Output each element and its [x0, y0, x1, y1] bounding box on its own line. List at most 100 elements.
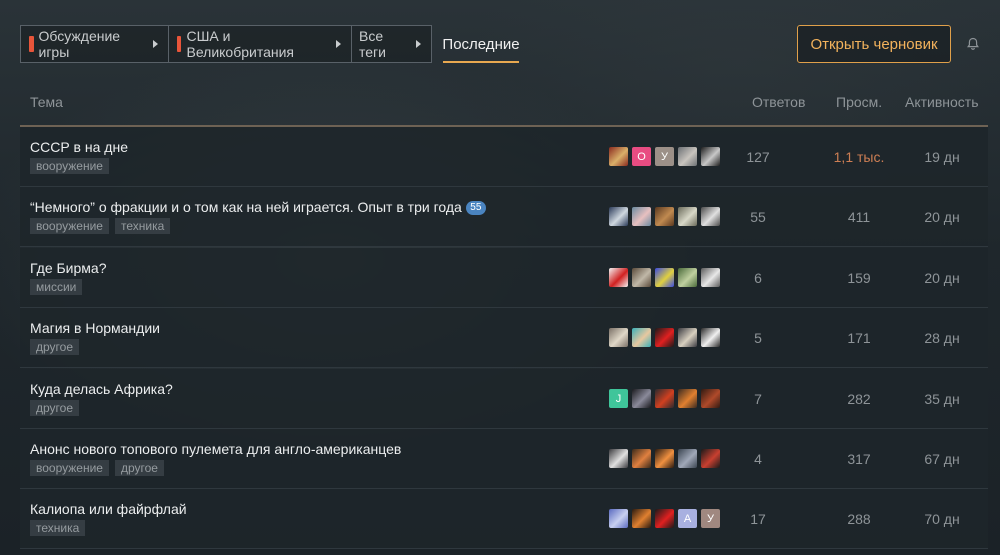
- topic-tag[interactable]: миссии: [30, 279, 83, 295]
- activity-date[interactable]: 70 дн: [910, 511, 974, 527]
- topic-tag[interactable]: вооружение: [30, 158, 109, 174]
- avatar[interactable]: А: [678, 509, 697, 528]
- avatar[interactable]: [609, 147, 628, 166]
- topic-tag[interactable]: техника: [114, 218, 171, 234]
- avatar[interactable]: [609, 449, 628, 468]
- caret-right-icon: [153, 40, 158, 48]
- topic-title-text: Где Бирма?: [30, 260, 107, 276]
- reply-count: 5: [754, 330, 762, 346]
- avatar[interactable]: У: [701, 509, 720, 528]
- avatar[interactable]: [655, 449, 674, 468]
- avatar[interactable]: [678, 449, 697, 468]
- avatar[interactable]: [678, 328, 697, 347]
- category-color-bar: [29, 36, 34, 52]
- topic-tags: вооружение техника: [30, 218, 171, 234]
- topic-tag[interactable]: другое: [30, 339, 80, 355]
- topic-title-link[interactable]: Магия в Нормандии: [30, 320, 160, 336]
- category-dropdown[interactable]: Обсуждение игры: [20, 25, 169, 63]
- avatar[interactable]: [701, 328, 720, 347]
- topic-row[interactable]: “Немного” о фракции и о том как на ней и…: [20, 187, 988, 247]
- topic-title-text: Калиопа или файрфлай: [30, 501, 187, 517]
- topic-title-link[interactable]: СССР в на дне: [30, 139, 128, 155]
- avatar[interactable]: [701, 449, 720, 468]
- avatar[interactable]: [701, 389, 720, 408]
- topic-row[interactable]: Магия в Нормандии другое 5 171 28 дн: [20, 308, 988, 368]
- topic-row[interactable]: Анонс нового топового пулемета для англо…: [20, 429, 988, 489]
- topic-row[interactable]: Где Бирма? миссии 6 159 20 дн: [20, 248, 988, 308]
- reply-count: 6: [754, 270, 762, 286]
- topic-title-text: СССР в на дне: [30, 139, 128, 155]
- avatar[interactable]: [632, 268, 651, 287]
- avatar[interactable]: [678, 207, 697, 226]
- activity-date[interactable]: 20 дн: [910, 209, 974, 225]
- poster-avatars: [609, 268, 720, 287]
- avatar[interactable]: [609, 328, 628, 347]
- notifications-button[interactable]: [955, 25, 990, 63]
- avatar[interactable]: [655, 268, 674, 287]
- tags-dropdown-label: Все теги: [359, 28, 386, 60]
- avatar[interactable]: [632, 328, 651, 347]
- avatar[interactable]: [609, 268, 628, 287]
- topic-row[interactable]: СССР в на дне вооружение О У 127 1,1 тыс. 19 д…: [20, 127, 988, 187]
- avatar[interactable]: У: [655, 147, 674, 166]
- avatar[interactable]: О: [632, 147, 651, 166]
- topic-tag[interactable]: другое: [30, 400, 80, 416]
- topic-title-link[interactable]: “Немного” о фракции и о том как на ней и…: [30, 199, 486, 215]
- avatar[interactable]: [655, 328, 674, 347]
- activity-date[interactable]: 35 дн: [910, 391, 974, 407]
- activity-date[interactable]: 28 дн: [910, 330, 974, 346]
- avatar[interactable]: [701, 147, 720, 166]
- topic-tag[interactable]: другое: [114, 460, 164, 476]
- topic-title-text: Куда делась Африка?: [30, 381, 173, 397]
- topic-tag[interactable]: вооружение: [30, 218, 109, 234]
- poster-avatars: [609, 449, 720, 468]
- topic-tags: другое: [30, 400, 80, 416]
- view-count: 1,1 тыс.: [833, 149, 885, 165]
- poster-avatars: J: [609, 389, 720, 408]
- header-replies[interactable]: Ответов: [752, 94, 805, 110]
- topic-row[interactable]: Калиопа или файрфлай техника А У 17 288 70 дн: [20, 489, 988, 549]
- tags-dropdown[interactable]: Все теги: [351, 25, 432, 63]
- activity-date[interactable]: 20 дн: [910, 270, 974, 286]
- topic-row[interactable]: Куда делась Африка? другое J 7 282 35 дн: [20, 369, 988, 429]
- topic-tag[interactable]: техника: [30, 520, 86, 536]
- reply-count: 127: [746, 149, 770, 165]
- avatar[interactable]: [701, 268, 720, 287]
- topic-tag[interactable]: вооружение: [30, 460, 109, 476]
- topic-title-text: Магия в Нормандии: [30, 320, 160, 336]
- avatar[interactable]: [678, 268, 697, 287]
- avatar[interactable]: [678, 147, 697, 166]
- header-views[interactable]: Просм.: [836, 94, 882, 110]
- avatar[interactable]: [632, 207, 651, 226]
- activity-date[interactable]: 19 дн: [910, 149, 974, 165]
- topic-title-link[interactable]: Куда делась Африка?: [30, 381, 173, 397]
- topic-title-link[interactable]: Анонс нового топового пулемета для англо…: [30, 441, 401, 457]
- avatar[interactable]: J: [609, 389, 628, 408]
- tab-latest[interactable]: Последние: [442, 25, 520, 63]
- avatar[interactable]: [678, 389, 697, 408]
- reply-count: 7: [754, 391, 762, 407]
- avatar[interactable]: [655, 509, 674, 528]
- avatar[interactable]: [609, 207, 628, 226]
- header-activity[interactable]: Активность: [905, 94, 979, 110]
- avatar[interactable]: [632, 389, 651, 408]
- subcategory-dropdown[interactable]: США и Великобритания: [168, 25, 352, 63]
- header-topic[interactable]: Тема: [30, 94, 63, 110]
- topic-title-link[interactable]: Где Бирма?: [30, 260, 106, 276]
- avatar[interactable]: [655, 207, 674, 226]
- activity-date[interactable]: 67 дн: [910, 451, 974, 467]
- avatar[interactable]: [632, 509, 651, 528]
- open-draft-button[interactable]: Открыть черновик: [797, 25, 951, 63]
- view-count: 317: [847, 451, 871, 467]
- topic-tags: миссии: [30, 279, 83, 295]
- topic-title-link[interactable]: Калиопа или файрфлай: [30, 501, 187, 517]
- caret-right-icon: [336, 40, 341, 48]
- category-dropdown-label: Обсуждение игры: [38, 28, 121, 60]
- unread-count-badge[interactable]: 55: [465, 201, 486, 215]
- subcategory-dropdown-label: США и Великобритания: [186, 28, 294, 60]
- avatar[interactable]: [632, 449, 651, 468]
- avatar[interactable]: [701, 207, 720, 226]
- avatar[interactable]: [655, 389, 674, 408]
- poster-avatars: АУ: [609, 509, 720, 528]
- avatar[interactable]: [609, 509, 628, 528]
